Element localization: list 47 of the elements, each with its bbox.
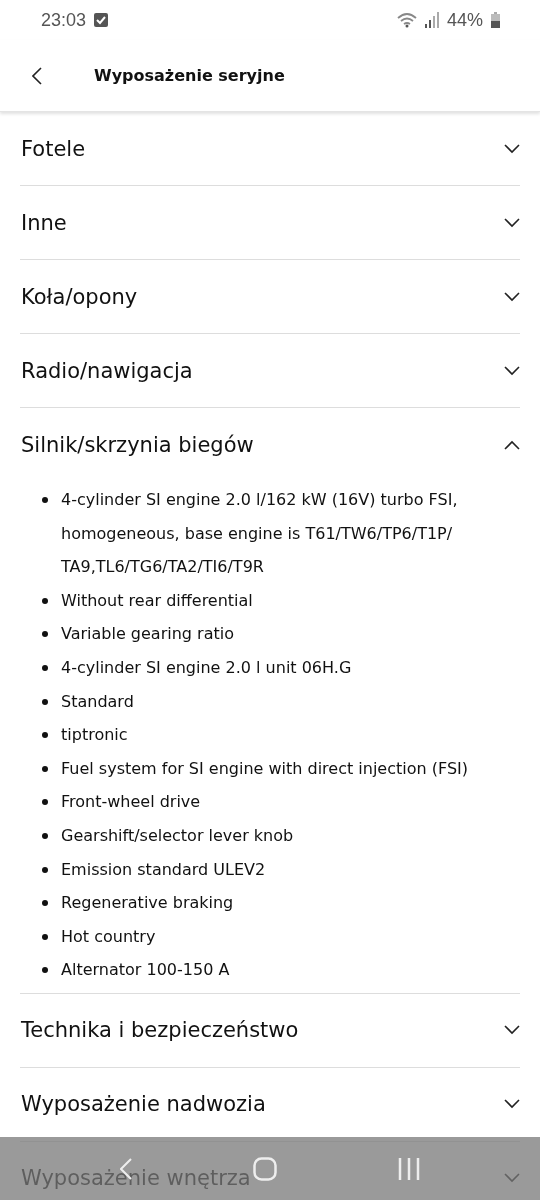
equipment-item: Gearshift/selector lever knob (61, 824, 295, 847)
bullet-icon (42, 664, 48, 671)
equipment-item: Emission standard ULEV2 (61, 858, 267, 881)
chevron-down-icon[interactable] (504, 365, 520, 376)
chevron-up-icon[interactable] (504, 439, 520, 450)
equipment-item: Variable gearing ratio (61, 623, 235, 646)
equipment-item: Fuel system for SI engine with direct injection (FSI) (61, 757, 470, 780)
bullet-icon (42, 497, 48, 503)
equipment-item: Regenerative braking (61, 892, 235, 915)
equipment-item: Hot country (61, 925, 157, 948)
section-title[interactable]: Radio/nawigacja (20, 358, 193, 383)
bullet-icon (42, 799, 48, 806)
bullet-icon (42, 967, 48, 974)
equipment-item: 4-cylinder SI engine 2.0 l/162 kW (16V) turbo FSI, homogeneous, base engine is T61/TW6/TP6/T1P/ TA9,TL6/TG6/TA2/TI6/T9R (61, 489, 459, 579)
bullet-icon (42, 900, 48, 907)
wifi-icon (396, 12, 417, 28)
bullet-icon (42, 933, 48, 940)
checkbox-notification-icon (94, 13, 109, 27)
chevron-down-icon[interactable] (504, 1099, 520, 1110)
bullet-icon (42, 597, 48, 604)
section-title[interactable]: Koła/opony (20, 284, 138, 309)
bullet-icon (42, 698, 48, 705)
chevron-down-icon[interactable] (504, 291, 520, 302)
equipment-item: tiptronic (61, 724, 129, 747)
equipment-item: 4-cylinder SI engine 2.0 l unit 06H.G (61, 656, 353, 679)
battery-icon (491, 12, 500, 28)
signal-icon (424, 12, 439, 28)
chevron-down-icon[interactable] (504, 143, 520, 154)
chevron-down-icon[interactable] (504, 1025, 520, 1036)
bullet-icon (42, 732, 48, 739)
bullet-icon (42, 832, 48, 839)
section-title[interactable]: Silnik/skrzynia biegów (20, 432, 254, 457)
bullet-icon (42, 765, 48, 772)
section-title[interactable]: Wyposażenie nadwozia (20, 1092, 266, 1117)
equipment-item: Without rear differential (61, 589, 254, 612)
battery-percent: 44% (446, 9, 483, 31)
chevron-down-icon[interactable] (504, 217, 520, 228)
bullet-icon (42, 631, 48, 638)
equipment-item: Front-wheel drive (61, 791, 202, 814)
section-title[interactable]: Technika i bezpieczeństwo (20, 1018, 299, 1043)
bullet-icon (42, 866, 48, 873)
equipment-item: Standard (61, 690, 135, 713)
section-title[interactable]: Fotele (20, 136, 86, 161)
equipment-item: Alternator 100-150 A (61, 959, 231, 982)
page-title: Wyposażenie seryjne (94, 66, 285, 85)
status-time: 23:03 (41, 9, 87, 31)
section-title[interactable]: Inne (20, 210, 67, 235)
